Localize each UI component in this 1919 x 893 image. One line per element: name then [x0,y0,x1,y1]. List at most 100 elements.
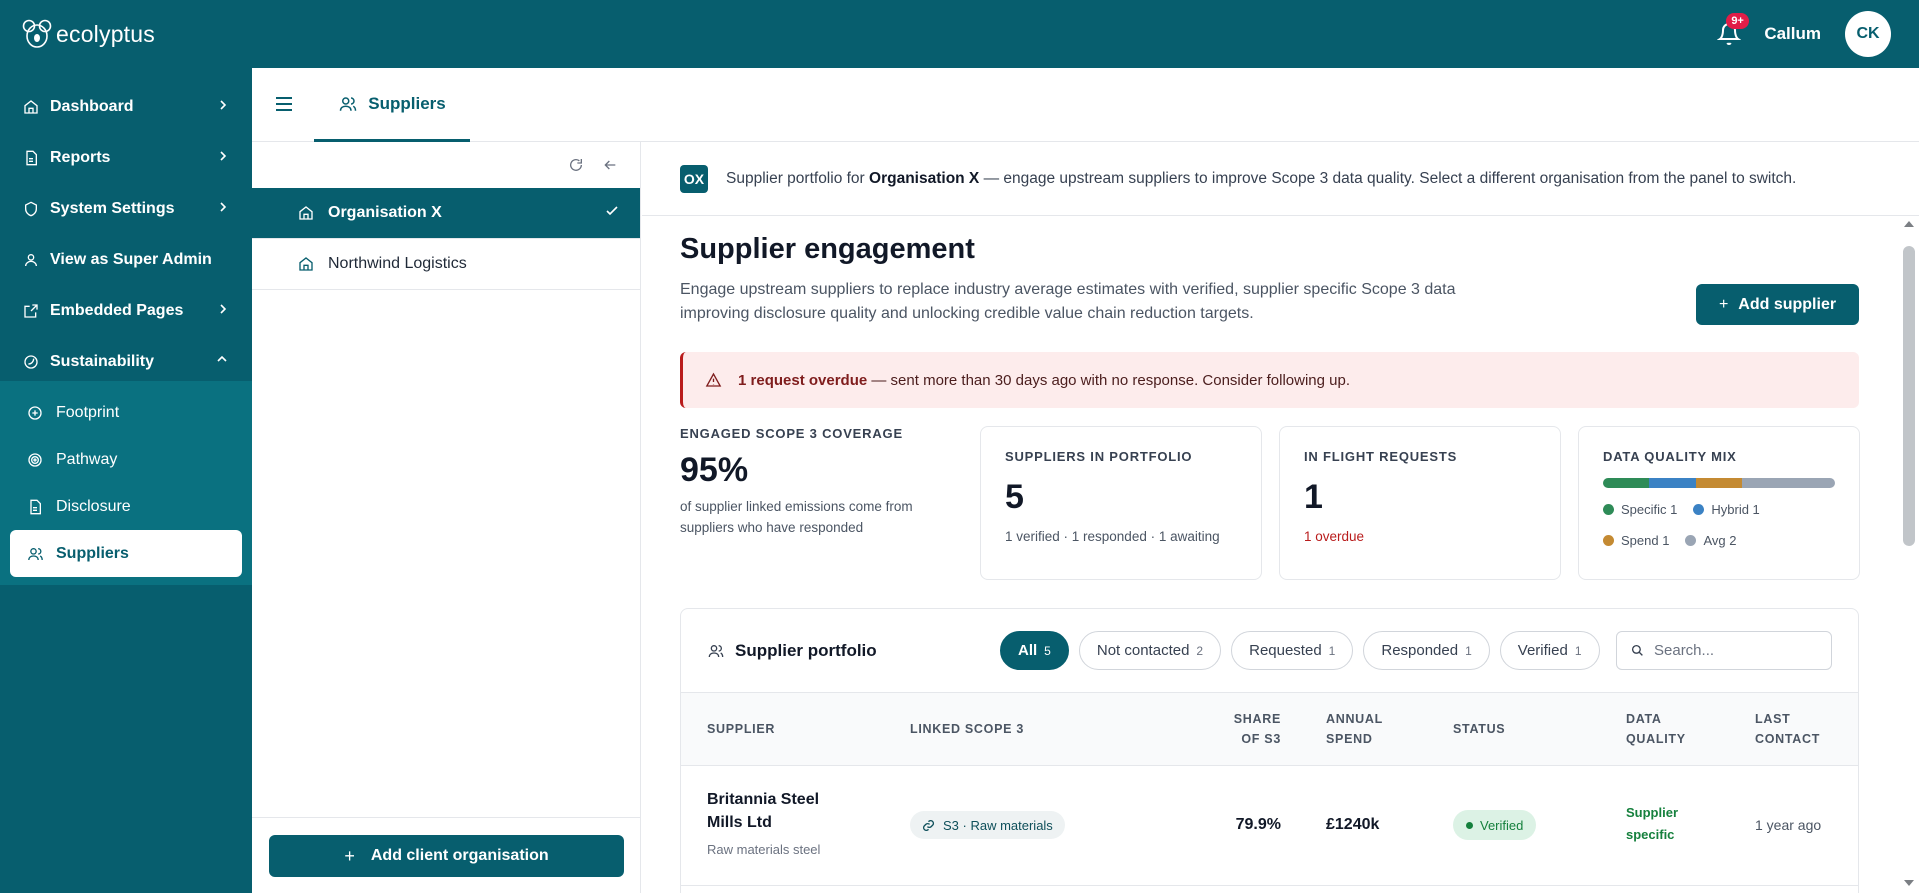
filter-not-contacted[interactable]: Not contacted 2 [1078,631,1222,670]
data-quality-bar [1603,478,1835,488]
sidebar-item-view-as-super-admin[interactable]: View as Super Admin [0,234,252,285]
tab-suppliers[interactable]: Suppliers [314,68,470,142]
supplier-cell: Britannia Steel Mills Ltd Raw materials … [707,788,847,857]
stat-label: SUPPLIERS IN PORTFOLIO [1005,449,1193,464]
coverage-stat: ENGAGED SCOPE 3 COVERAGE 95% of supplier… [680,426,950,538]
legend-dot [1603,535,1614,546]
user-name[interactable]: Callum [1764,24,1821,44]
column-supplier[interactable]: SUPPLIER [707,719,775,739]
linked-scope-cell: S3 · Raw materials [910,811,1065,839]
sidebar-item-system-settings[interactable]: System Settings [0,183,252,234]
linked-scope-chip[interactable]: S3 · Raw materials [910,811,1065,839]
column-data-quality[interactable]: DATA QUALITY [1626,709,1686,749]
filter-verified[interactable]: Verified 1 [1499,631,1600,670]
sidebar-item-suppliers[interactable]: Suppliers [10,530,242,577]
notification-badge: 9+ [1726,13,1749,29]
stat-caption: 1 verified · 1 responded · 1 awaiting [1005,529,1220,544]
org-name: Northwind Logistics [328,255,467,272]
data-quality-segment [1742,478,1835,488]
home-icon [22,98,40,116]
page-title: Supplier engagement [680,233,975,265]
org-item-organisation-x[interactable]: Organisation X [252,188,640,239]
supplier-name[interactable]: Britannia Steel Mills Ltd [707,788,847,834]
legend-label: Avg 2 [1703,533,1737,548]
column-last-contact[interactable]: LAST CONTACT [1755,709,1820,749]
sustainability-subnav: Footprint Pathway Disclosure Suppliers [0,381,252,585]
sidebar-item-label: Dashboard [50,97,134,115]
column-share-of-s3[interactable]: SHARE OF S3 [1221,709,1281,749]
column-annual-spend[interactable]: ANNUAL SPEND [1326,709,1383,749]
legend-item: Spend 1 [1603,533,1669,548]
context-org-name: Organisation X [869,169,980,187]
menu-icon[interactable] [274,96,294,112]
sidebar-item-label: System Settings [50,199,175,217]
sidebar-item-reports[interactable]: Reports [0,132,252,183]
column-status[interactable]: STATUS [1453,719,1505,739]
scrollbar[interactable] [1899,216,1919,893]
org-item-northwind-logistics[interactable]: Northwind Logistics [252,239,640,290]
legend-item: Specific 1 [1603,502,1677,517]
add-client-organisation-button[interactable]: + Add client organisation [269,835,624,877]
organisation-panel: Organisation X Northwind Logistics + Add… [252,142,641,893]
search-input[interactable] [1654,642,1824,659]
data-quality-cell: Supplier specific [1626,805,1679,842]
filter-all[interactable]: All 5 [1000,631,1069,670]
sidebar-item-sustainability[interactable]: Sustainability [0,336,252,387]
stat-value: 1 [1304,478,1323,516]
org-name: Organisation X [328,204,442,221]
context-bar: OX Supplier portfolio for Organisation X… [642,142,1919,216]
document-icon [22,149,40,167]
sidebar-item-label: Pathway [56,450,118,468]
external-link-icon [22,302,40,320]
scroll-down-icon[interactable] [1903,879,1915,887]
button-label: Add supplier [1738,295,1837,313]
filter-responded[interactable]: Responded 1 [1363,631,1490,670]
chevron-right-icon [220,151,227,161]
in-flight-requests-card: IN FLIGHT REQUESTS 1 1 overdue [1279,426,1561,580]
data-quality-legend: Specific 1 Hybrid 1 Spend 1 Avg 2 [1603,502,1835,548]
users-icon [340,96,357,111]
brand-logo[interactable]: ecolyptus [22,17,155,51]
sidebar-item-disclosure[interactable]: Disclosure [10,483,242,530]
stat-label: IN FLIGHT REQUESTS [1304,449,1458,464]
table-header: SUPPLIER LINKED SCOPE 3 SHARE OF S3 ANNUA… [681,693,1858,766]
sidebar-item-label: Embedded Pages [50,301,184,319]
alert-title: 1 request overdue [738,371,868,389]
stat-label: DATA QUALITY MIX [1603,449,1737,464]
last-contact-cell: 1 year ago [1755,817,1822,833]
collapse-panel-icon[interactable] [602,157,618,173]
sidebar-item-pathway[interactable]: Pathway [10,436,242,483]
legend-dot [1685,535,1697,546]
check-icon [606,206,618,216]
stat-value: 5 [1005,478,1024,516]
table-row[interactable]: Britannia Steel Mills Ltd Raw materials … [681,766,1858,886]
tab-bar: Suppliers [252,68,1919,142]
sidebar-item-footprint[interactable]: Footprint [10,389,242,436]
sidebar-item-label: Sustainability [50,352,155,370]
legend-dot [1603,504,1614,515]
filter-requested[interactable]: Requested 1 [1231,631,1354,670]
sidebar-item-embedded-pages[interactable]: Embedded Pages [0,285,252,336]
scrollbar-thumb[interactable] [1903,246,1915,546]
status-cell: Verified [1453,810,1537,840]
column-linked-scope-3[interactable]: LINKED SCOPE 3 [910,719,1024,739]
stat-label: ENGAGED SCOPE 3 COVERAGE [680,426,903,441]
avatar[interactable]: CK [1845,11,1891,57]
target-icon [26,451,44,469]
building-icon [298,256,314,272]
user-icon [22,251,40,269]
add-supplier-button[interactable]: + Add supplier [1696,284,1859,325]
users-icon [26,545,44,563]
sidebar-item-dashboard[interactable]: Dashboard [0,81,252,132]
scroll-up-icon[interactable] [1903,220,1915,228]
refresh-icon[interactable] [568,157,584,173]
sidebar-item-label: Footprint [56,403,120,421]
legend-label: Specific 1 [1621,502,1678,517]
leaf-icon [22,353,40,371]
brand-name: ecolyptus [56,20,155,47]
search-icon [1631,644,1643,656]
notifications-button[interactable]: 9+ [1714,13,1749,49]
top-bar: ecolyptus 9+ Callum CK [0,0,1919,68]
legend-dot [1693,504,1705,515]
data-quality-segment [1649,478,1696,488]
